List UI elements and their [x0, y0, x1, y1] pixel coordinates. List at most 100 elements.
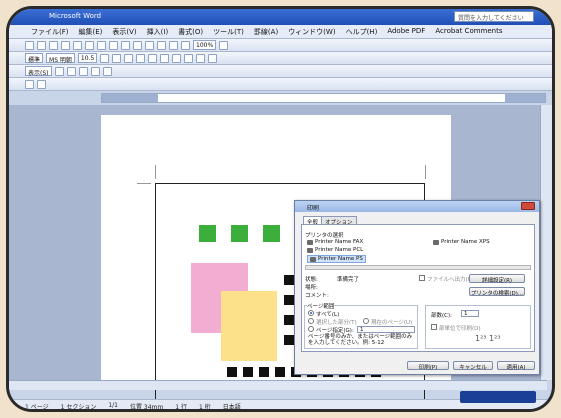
italic-icon[interactable] [112, 53, 122, 63]
vertical-scrollbar[interactable] [540, 105, 552, 380]
printer-icon [307, 239, 313, 245]
help-search-input[interactable]: 質問を入力してください [454, 11, 534, 22]
close-icon[interactable] [521, 202, 535, 210]
status-column: 1 桁 [198, 404, 211, 411]
underline-icon[interactable] [124, 53, 134, 63]
save-icon[interactable] [49, 40, 58, 50]
all-pages-label: すべて(L) [316, 312, 340, 318]
highlight-icon[interactable] [196, 53, 206, 63]
black-square [275, 367, 285, 377]
horizontal-ruler[interactable] [101, 93, 546, 103]
standard-toolbar: 100% [9, 39, 552, 52]
hyperlink-icon[interactable] [157, 40, 166, 50]
numbering-icon[interactable] [172, 53, 182, 63]
collate-checkbox[interactable] [431, 324, 437, 330]
printer-list-scrollbar[interactable] [305, 265, 531, 270]
status-label: 状態: [305, 277, 318, 283]
selection-label: 選択した部分(T) [316, 320, 357, 326]
redo-icon[interactable] [145, 40, 154, 50]
pages-radio[interactable] [308, 326, 314, 332]
preferences-button[interactable]: 詳細設定(R) [469, 274, 525, 284]
zoom-select[interactable]: 100% [193, 40, 217, 50]
print-to-file-checkbox[interactable] [419, 275, 425, 281]
black-square [259, 367, 269, 377]
copy-icon[interactable] [109, 40, 118, 50]
align-right-icon[interactable] [160, 53, 170, 63]
apply-button[interactable]: 適用(A) [497, 361, 535, 371]
crop-mark [137, 183, 151, 184]
current-page-radio[interactable] [363, 318, 369, 324]
help-icon[interactable] [219, 40, 229, 50]
style-select[interactable]: 標準 [25, 53, 44, 64]
prev-change-icon[interactable] [54, 66, 64, 76]
printer-item-selected[interactable]: Printer Name PS [307, 255, 366, 263]
cut-icon[interactable] [97, 40, 106, 50]
spell-icon[interactable] [85, 40, 94, 50]
find-printer-button[interactable]: プリンタの検索(D)... [469, 287, 525, 297]
printer-item[interactable]: Printer Name PCL [307, 247, 363, 253]
printer-item[interactable]: Printer Name FAX [307, 239, 363, 245]
ruler-right-margin [505, 94, 545, 102]
menu-format[interactable]: 書式(O) [178, 27, 203, 38]
printer-item[interactable]: Printer Name XPS [433, 239, 490, 245]
view-select[interactable]: 表示(S) [25, 66, 52, 77]
reject-change-icon[interactable] [90, 66, 100, 76]
system-tray[interactable] [460, 391, 536, 403]
cancel-button[interactable]: キャンセル [453, 361, 493, 371]
comment-icon[interactable] [102, 66, 112, 76]
new-icon[interactable] [25, 40, 34, 50]
menu-help[interactable]: ヘルプ(H) [346, 27, 378, 38]
printer-icon [433, 239, 439, 245]
menu-view[interactable]: 表示(V) [112, 27, 136, 38]
collate-label: 部単位で印刷(O) [439, 326, 481, 332]
print-dialog: 印刷 全般 オプション プリンタの選択 Printer Name FAX Pri… [294, 200, 540, 375]
menu-tools[interactable]: ツール(T) [213, 27, 244, 38]
print-button[interactable]: 印刷(P) [407, 361, 449, 371]
pdf-mail-icon[interactable] [37, 79, 46, 89]
horizontal-scrollbar[interactable] [9, 380, 547, 390]
menu-window[interactable]: ウィンドウ(W) [288, 27, 335, 38]
selection-radio[interactable] [308, 318, 314, 324]
next-change-icon[interactable] [66, 66, 76, 76]
undo-icon[interactable] [133, 40, 142, 50]
pages-input[interactable]: 1 [357, 326, 415, 333]
table-icon[interactable] [169, 40, 178, 50]
printer-name: Printer Name PS [318, 256, 363, 262]
menu-adobe-pdf[interactable]: Adobe PDF [387, 27, 425, 38]
menu-table[interactable]: 罫線(A) [254, 27, 278, 38]
menu-edit[interactable]: 編集(E) [79, 27, 103, 38]
collate-icon: 1²³ 1²³ [475, 334, 501, 343]
preview-icon[interactable] [73, 40, 82, 50]
all-pages-radio[interactable] [308, 310, 314, 316]
align-center-icon[interactable] [148, 53, 158, 63]
columns-icon[interactable] [181, 40, 190, 50]
copies-input[interactable]: 1 [461, 310, 479, 317]
open-icon[interactable] [37, 40, 46, 50]
dialog-title: 印刷 [295, 201, 539, 212]
printer-icon [310, 256, 316, 262]
printer-icon [307, 247, 313, 253]
convert-pdf-icon[interactable] [25, 79, 34, 89]
font-select[interactable]: MS 明朝 [46, 53, 75, 64]
menu-acrobat-comments[interactable]: Acrobat Comments [435, 27, 502, 38]
bullets-icon[interactable] [184, 53, 194, 63]
status-line: 1 行 [175, 404, 187, 411]
black-square [284, 275, 294, 285]
ruler-left-margin [102, 94, 158, 102]
font-color-icon[interactable] [208, 53, 218, 63]
window-title: Microsoft Word [49, 12, 102, 20]
title-bar: Microsoft Word 質問を入力してください [9, 9, 552, 25]
menu-insert[interactable]: 挿入(I) [147, 27, 169, 38]
print-icon[interactable] [61, 40, 70, 50]
font-size-select[interactable]: 10.5 [77, 53, 98, 63]
paste-icon[interactable] [121, 40, 130, 50]
bold-icon[interactable] [100, 53, 110, 63]
pages-label: ページ指定(G): [316, 328, 354, 334]
menu-file[interactable]: ファイル(F) [31, 27, 69, 38]
print-to-file-label: ファイルへ出力(F) [427, 277, 473, 283]
accept-change-icon[interactable] [78, 66, 88, 76]
status-value: 準備完了 [337, 277, 360, 283]
align-left-icon[interactable] [136, 53, 146, 63]
yellow-rectangle [221, 291, 277, 361]
black-square [243, 367, 253, 377]
